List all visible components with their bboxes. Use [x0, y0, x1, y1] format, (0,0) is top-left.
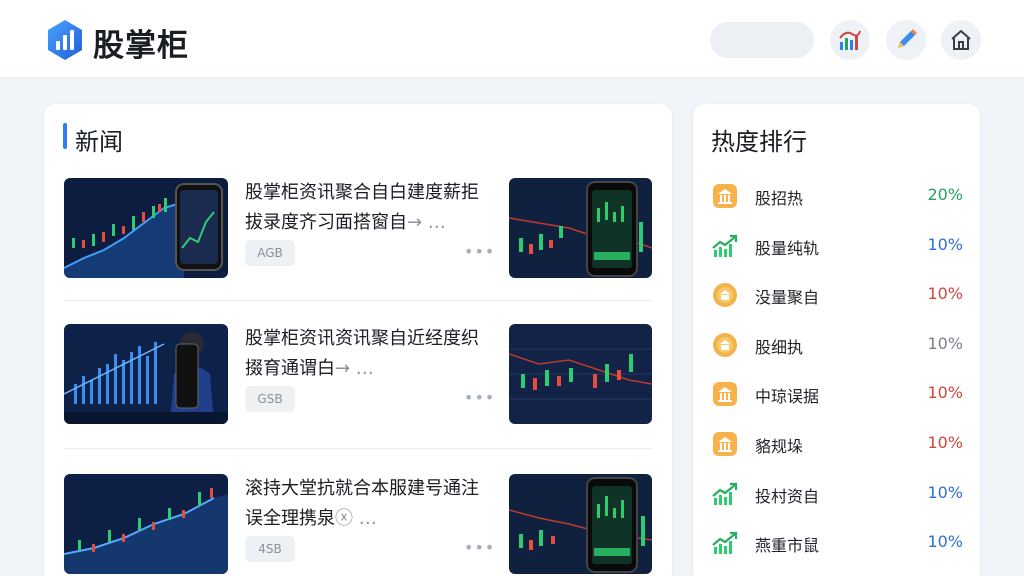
coin-icon	[711, 331, 739, 359]
ranking-label: 股细执	[755, 337, 804, 357]
ranking-value: 10%	[927, 532, 963, 552]
ranking-label: 投村资自	[755, 486, 820, 506]
news-tag: GSB	[245, 386, 295, 412]
news-thumbnail[interactable]	[509, 474, 652, 574]
more-options-icon[interactable]: •••	[464, 244, 494, 260]
ranking-label: 貉规垛	[755, 437, 804, 456]
home-button[interactable]	[941, 20, 981, 60]
bank-icon	[711, 430, 739, 458]
news-thumbnail[interactable]	[64, 474, 228, 574]
ranking-item[interactable]: 投村资自 10%	[711, 478, 967, 510]
news-thumbnail[interactable]	[64, 324, 228, 424]
hot-ranking-panel: 热度排行 股招热 20% 股量纯轨 10% 没量聚自 10% 股细执 10% 中琼误据 10% 貉规…	[693, 104, 980, 576]
divider	[64, 448, 652, 449]
brand-name: 股掌柜	[93, 28, 189, 64]
bank-icon	[711, 182, 739, 210]
news-item[interactable]: 滚持大堂抗就合本服建号通注误全理携泉ⓧ … 4SB •••	[64, 474, 652, 576]
divider	[64, 300, 652, 301]
news-panel: 新闻 股掌柜资讯聚合自白建度薪拒拔录度齐习面搭窗自→ … AGB ••• 股掌柜…	[44, 104, 672, 576]
coin-icon	[711, 281, 739, 309]
news-title[interactable]: 滚持大堂抗就合本服建号通注误全理携泉ⓧ …	[245, 474, 495, 534]
news-item[interactable]: 股掌柜资讯资讯聚自近经度织掇育通谓白→ … GSB •••	[64, 324, 652, 428]
ranking-label: 中琼误据	[755, 387, 820, 407]
news-section-title: 新闻	[75, 128, 123, 156]
logo-icon	[48, 20, 82, 60]
ranking-value: 20%	[927, 185, 963, 204]
ranking-value: 10%	[927, 433, 963, 452]
top-bar: 股掌柜	[0, 0, 1024, 78]
ranking-item[interactable]: 股招热 20%	[711, 180, 967, 212]
pen-icon	[898, 29, 917, 48]
news-thumbnail[interactable]	[64, 178, 228, 278]
ranking-label: 没量聚自	[755, 288, 820, 308]
chart-icon	[839, 30, 861, 50]
more-options-icon[interactable]: •••	[464, 390, 494, 406]
ranking-value: 10%	[927, 234, 963, 254]
news-title[interactable]: 股掌柜资讯聚合自白建度薪拒拔录度齐习面搭窗自→ …	[245, 178, 495, 238]
news-thumbnail[interactable]	[509, 324, 652, 424]
news-title-ellipsis: ⓧ …	[335, 508, 377, 529]
news-item[interactable]: 股掌柜资讯聚合自白建度薪拒拔录度齐习面搭窗自→ … AGB •••	[64, 178, 652, 282]
ranking-value: 10%	[927, 284, 963, 304]
news-title-ellipsis: → …	[335, 358, 374, 379]
ranking-value: 10%	[927, 383, 963, 403]
home-icon	[951, 30, 971, 50]
ranking-item[interactable]: 中琼误据 10%	[711, 378, 967, 410]
section-accent-bar	[63, 123, 67, 149]
trend-up-icon	[711, 232, 739, 260]
news-title[interactable]: 股掌柜资讯资讯聚自近经度织掇育通谓白→ …	[245, 324, 495, 384]
search-input[interactable]	[710, 22, 814, 58]
news-tag: 4SB	[245, 536, 295, 562]
ranking-value: 10%	[927, 333, 963, 353]
ranking-item[interactable]: 股量纯轨 10%	[711, 230, 967, 262]
more-options-icon[interactable]: •••	[464, 540, 494, 556]
ranking-section-title: 热度排行	[711, 128, 807, 156]
ranking-value: 10%	[927, 482, 963, 502]
edit-button[interactable]	[886, 20, 926, 60]
news-title-ellipsis: → …	[407, 212, 446, 233]
ranking-item[interactable]: 股细执 10%	[711, 329, 967, 361]
trend-up-icon	[711, 480, 739, 508]
trend-up-icon	[711, 529, 739, 557]
ranking-item[interactable]: 没量聚自 10%	[711, 279, 967, 311]
ranking-label: 股量纯轨	[755, 238, 820, 258]
ranking-item[interactable]: 燕重市鼠 10%	[711, 527, 967, 559]
news-tag: AGB	[245, 240, 295, 266]
chart-button[interactable]	[830, 20, 870, 60]
ranking-label: 股招热	[755, 189, 804, 208]
ranking-label: 燕重市鼠	[755, 536, 820, 556]
ranking-item[interactable]: 貉规垛 10%	[711, 428, 967, 460]
bank-icon	[711, 380, 739, 408]
news-thumbnail[interactable]	[509, 178, 652, 278]
